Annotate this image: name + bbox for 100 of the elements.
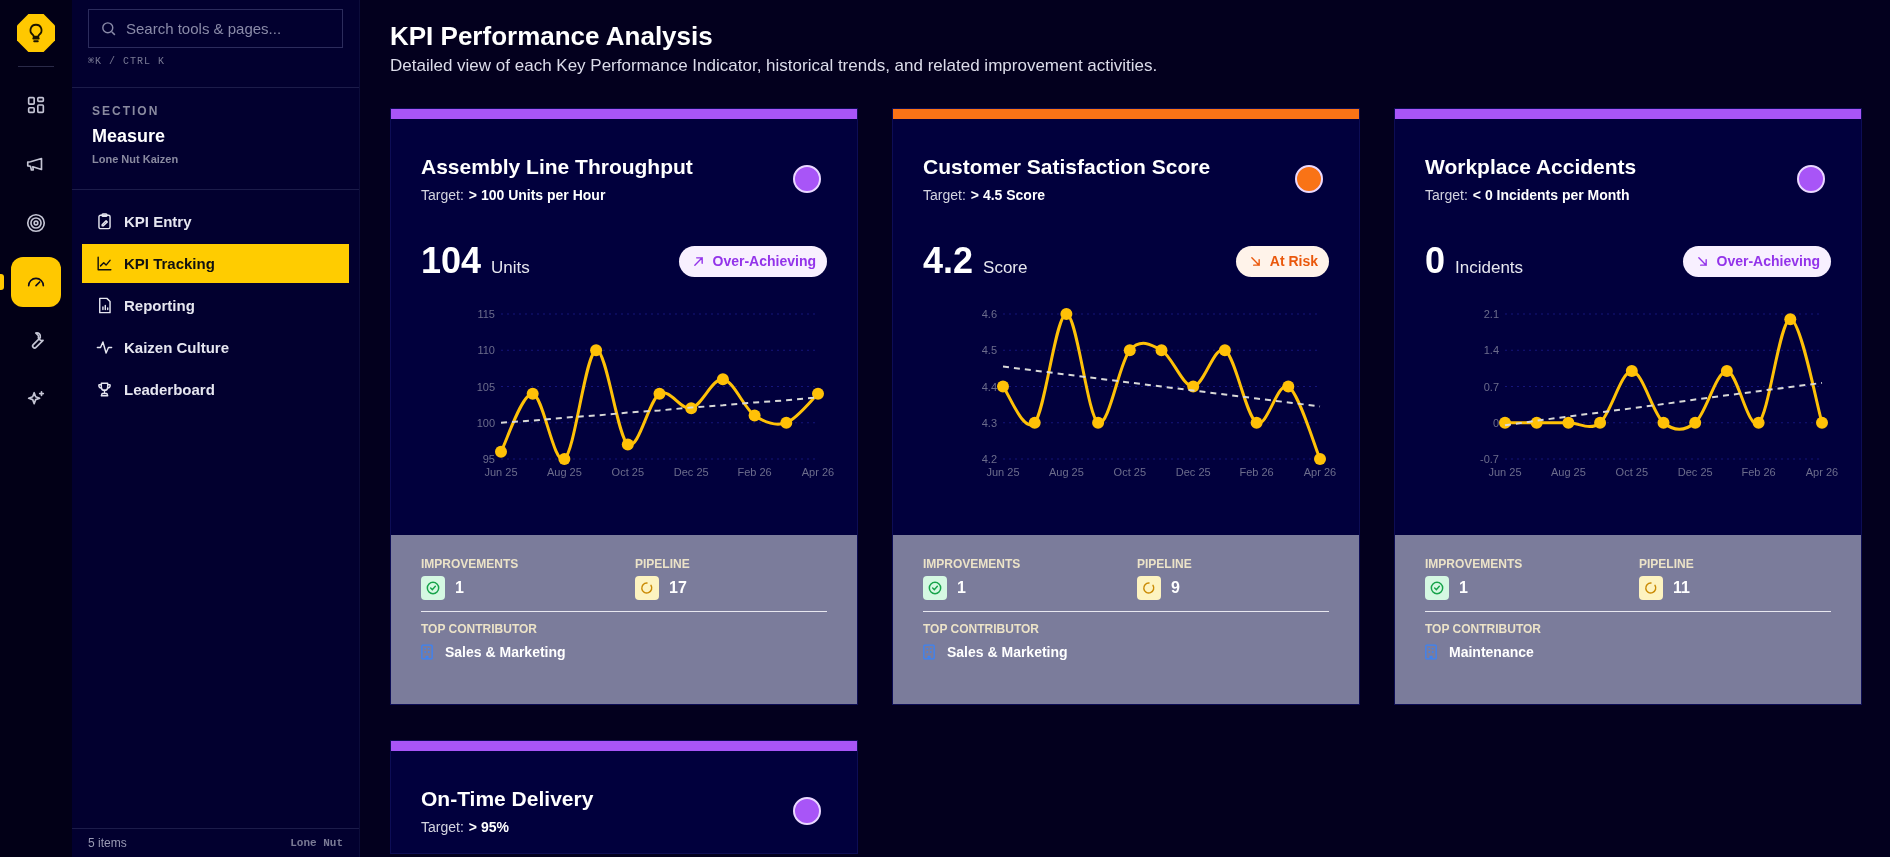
- data-point: [1594, 416, 1607, 429]
- stat-label: TOP CONTRIBUTOR: [1425, 622, 1541, 636]
- data-point: [495, 445, 507, 458]
- building-icon: [421, 644, 433, 660]
- nav-item[interactable]: Reporting: [82, 286, 349, 325]
- data-point: [1314, 453, 1326, 465]
- data-point: [780, 416, 793, 429]
- axis-tick-label: -0.7: [1480, 453, 1499, 465]
- target-label: Target:: [421, 819, 464, 835]
- page-title: KPI Performance Analysis: [390, 20, 714, 52]
- axis-tick-label: 0.7: [1483, 380, 1499, 393]
- axis-tick-label: 100: [476, 416, 495, 429]
- axis-tick-label: Feb 26: [1741, 466, 1776, 478]
- organization-name: Lone Nut Kaizen: [92, 153, 179, 165]
- axis-tick-label: 110: [477, 344, 495, 357]
- data-point: [526, 387, 539, 400]
- axis-tick-label: Aug 25: [1048, 466, 1084, 478]
- data-point: [1499, 416, 1511, 429]
- gauge-icon[interactable]: [11, 256, 61, 307]
- data-point: [1562, 416, 1575, 429]
- target-value: > 95%: [468, 819, 509, 835]
- axis-tick-label: Dec 25: [1175, 466, 1211, 478]
- data-point: [1187, 380, 1200, 393]
- kpi-title: Workplace Accidents: [1425, 154, 1637, 180]
- improvements-count: 1: [455, 579, 464, 597]
- axis-tick-label: Oct 25: [1615, 466, 1648, 478]
- contributor-name: Sales & Marketing: [947, 644, 1068, 660]
- axis-tick-label: Apr 26: [1805, 466, 1839, 478]
- stat-label: IMPROVEMENTS: [1425, 557, 1523, 571]
- nav-item[interactable]: KPI Tracking: [82, 244, 349, 283]
- contributor-name: Sales & Marketing: [445, 644, 566, 660]
- page-subtitle: Detailed view of each Key Performance Indicator, historical trends, and related improvement activities.: [390, 56, 1159, 76]
- section-title: Measure: [92, 126, 166, 147]
- axis-tick-label: Oct 25: [1113, 466, 1146, 478]
- data-point: [1250, 416, 1263, 429]
- axis-tick-label: Apr 26: [801, 466, 835, 478]
- lightbulb-logo-icon[interactable]: [17, 14, 55, 52]
- pipeline-count: 9: [1171, 579, 1180, 597]
- stat-label: IMPROVEMENTS: [923, 557, 1021, 571]
- data-point: [1155, 344, 1168, 357]
- kpi-value: 0: [1425, 240, 1446, 282]
- axis-tick-label: 4.3: [981, 416, 997, 429]
- target-label: Target:: [421, 187, 464, 203]
- status-badge: At Risk: [1235, 245, 1329, 277]
- target-label: Target:: [923, 187, 966, 203]
- item-count: 5 items: [88, 836, 127, 850]
- shortcut-hint: ⌘K / CTRL K: [88, 55, 166, 67]
- data-point: [1530, 416, 1543, 429]
- loader-icon: [1137, 576, 1161, 600]
- nav-item[interactable]: Leaderboard: [82, 370, 349, 409]
- axis-tick-label: Jun 25: [484, 466, 518, 478]
- data-point: [1123, 344, 1136, 357]
- data-point: [1028, 416, 1041, 429]
- status-badge: Over-Achieving: [678, 245, 827, 277]
- target-value: < 0 Incidents per Month: [1472, 187, 1630, 203]
- improvements-count: 1: [957, 579, 966, 597]
- data-point: [1625, 364, 1638, 377]
- data-point: [1657, 416, 1670, 429]
- building-icon: [1425, 644, 1437, 660]
- search-icon: [100, 20, 117, 37]
- data-point: [1218, 344, 1231, 357]
- axis-tick-label: 2.1: [1483, 308, 1499, 320]
- data-point: [1092, 416, 1105, 429]
- kpi-value: 104: [421, 240, 482, 282]
- contributor-name: Maintenance: [1449, 644, 1534, 660]
- stat-label: TOP CONTRIBUTOR: [421, 622, 537, 636]
- data-point: [590, 344, 603, 357]
- axis-tick-label: 0: [1492, 416, 1499, 429]
- stat-label: TOP CONTRIBUTOR: [923, 622, 1039, 636]
- data-point: [1060, 308, 1073, 320]
- data-point: [621, 438, 634, 451]
- kpi-value: 4.2: [923, 240, 974, 282]
- axis-tick-label: 4.6: [981, 308, 997, 320]
- pipeline-count: 17: [669, 579, 687, 597]
- axis-tick-label: 4.5: [981, 344, 997, 357]
- axis-tick-label: 95: [482, 453, 495, 465]
- data-point: [1689, 416, 1702, 429]
- clipboard-icon: [95, 212, 114, 231]
- axis-tick-label: Aug 25: [1550, 466, 1586, 478]
- data-point: [1784, 313, 1797, 326]
- axis-tick-label: Dec 25: [673, 466, 709, 478]
- target-label: Target:: [1425, 187, 1468, 203]
- pipeline-count: 11: [1673, 579, 1690, 597]
- kpi-unit: Incidents: [1455, 258, 1524, 278]
- data-point: [558, 453, 571, 465]
- loader-icon: [1639, 576, 1663, 600]
- data-point: [716, 373, 729, 386]
- axis-tick-label: Oct 25: [611, 466, 644, 478]
- axis-tick-label: Feb 26: [1239, 466, 1274, 478]
- nav-item[interactable]: KPI Entry: [82, 202, 349, 241]
- nav-item[interactable]: Kaizen Culture: [82, 328, 349, 367]
- kpi-title: On-Time Delivery: [421, 786, 594, 812]
- search-field[interactable]: Search tools & pages...: [88, 9, 343, 48]
- pulse-icon: [95, 338, 114, 357]
- target-value: > 4.5 Score: [970, 187, 1046, 203]
- data-point: [1720, 364, 1733, 377]
- status-badge: Over-Achieving: [1682, 245, 1831, 277]
- axis-tick-label: Aug 25: [546, 466, 582, 478]
- data-point: [653, 387, 666, 400]
- improvements-count: 1: [1459, 579, 1468, 597]
